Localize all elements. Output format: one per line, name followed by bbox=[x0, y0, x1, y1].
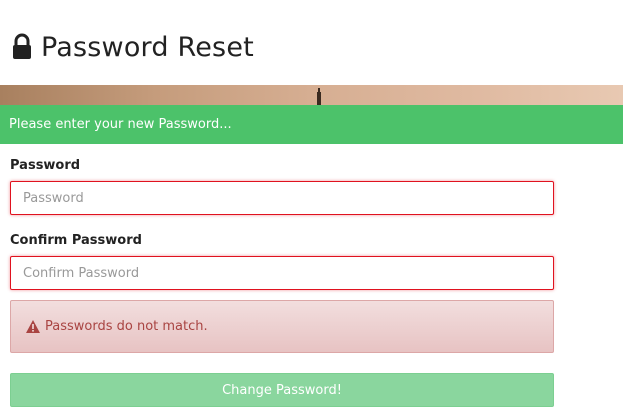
password-label: Password bbox=[10, 158, 81, 173]
person-silhouette bbox=[317, 88, 321, 105]
change-password-button[interactable]: Change Password! bbox=[10, 373, 554, 407]
info-alert-text: Please enter your new Password... bbox=[9, 117, 232, 132]
password-input[interactable] bbox=[10, 181, 554, 215]
warning-icon bbox=[26, 320, 40, 333]
error-alert: Passwords do not match. bbox=[10, 300, 554, 353]
page-title: Password Reset bbox=[11, 28, 254, 66]
header-banner-image bbox=[0, 85, 623, 105]
confirm-password-label: Confirm Password bbox=[10, 233, 142, 248]
confirm-password-input[interactable] bbox=[10, 256, 554, 290]
error-alert-text: Passwords do not match. bbox=[45, 319, 208, 334]
page-title-text: Password Reset bbox=[41, 31, 254, 63]
info-alert: Please enter your new Password... bbox=[0, 105, 623, 144]
lock-icon bbox=[11, 33, 33, 61]
